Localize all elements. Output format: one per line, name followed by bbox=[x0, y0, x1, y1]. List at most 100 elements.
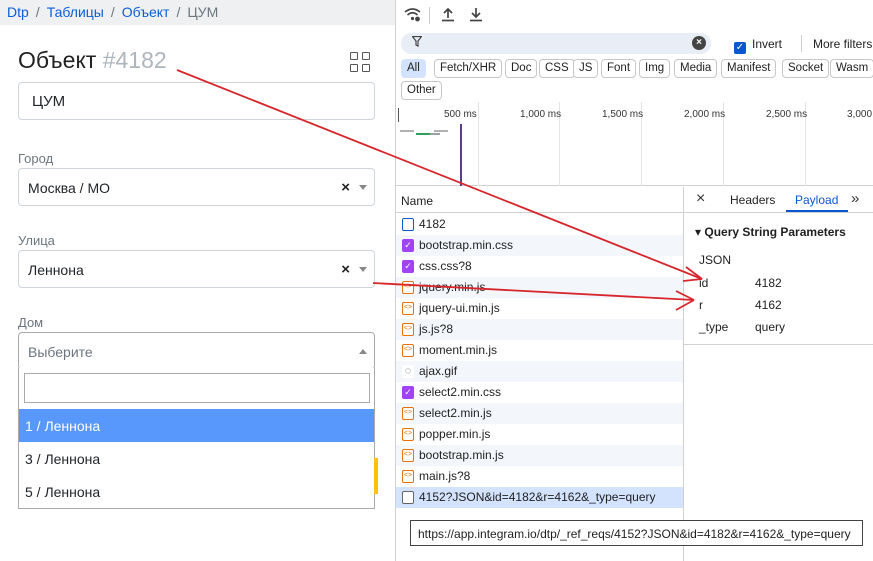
chip-img[interactable]: Img bbox=[639, 59, 671, 78]
image-icon: ◌ bbox=[402, 365, 414, 378]
chip-doc[interactable]: Doc bbox=[505, 59, 538, 78]
dropdown-search-input[interactable] bbox=[24, 373, 370, 403]
document-icon bbox=[402, 218, 414, 231]
request-name: ajax.gif bbox=[419, 364, 458, 378]
request-row[interactable]: ◌ ajax.gif bbox=[396, 361, 683, 382]
request-name: css.css?8 bbox=[419, 259, 472, 273]
script-icon: <> bbox=[402, 470, 414, 483]
request-detail-panel: × Headers Payload » ▾ Query String Param… bbox=[683, 187, 873, 561]
chip-js[interactable]: JS bbox=[573, 59, 599, 78]
city-label: Город bbox=[18, 151, 54, 166]
timeline-tick: 2,000 ms bbox=[684, 109, 726, 120]
detail-tabs: × Headers Payload » bbox=[684, 187, 873, 213]
chip-socket[interactable]: Socket bbox=[782, 59, 830, 78]
section-title: Query String Parameters bbox=[704, 225, 846, 239]
timeline-tick: 2,500 ms bbox=[766, 109, 808, 120]
request-name: js.js?8 bbox=[419, 322, 454, 336]
filter-input[interactable]: × bbox=[401, 33, 711, 54]
clear-filter-icon[interactable]: × bbox=[692, 36, 706, 50]
more-tabs-icon[interactable]: » bbox=[851, 190, 859, 207]
filter-icon bbox=[411, 35, 423, 50]
close-icon[interactable]: × bbox=[696, 190, 705, 208]
script-icon: <> bbox=[402, 428, 414, 441]
invert-checkbox[interactable]: ✓ Invert bbox=[734, 37, 782, 54]
request-row[interactable]: <> jquery-ui.min.js bbox=[396, 298, 683, 319]
timeline-bar bbox=[430, 133, 440, 135]
house-dropdown: 1 / Леннона 3 / Леннона 5 / Леннона bbox=[18, 368, 375, 509]
request-row[interactable]: ✓ bootstrap.min.css bbox=[396, 235, 683, 256]
city-select[interactable]: Москва / МО × bbox=[18, 168, 375, 206]
param-key: r bbox=[699, 298, 703, 312]
city-clear-icon[interactable]: × bbox=[341, 179, 350, 196]
tab-headers[interactable]: Headers bbox=[730, 193, 775, 207]
request-row[interactable]: <> select2.min.js bbox=[396, 403, 683, 424]
script-icon: <> bbox=[402, 323, 414, 336]
timeline-marker bbox=[460, 124, 462, 186]
breadcrumb-separator: / bbox=[35, 4, 40, 20]
request-row[interactable]: <> popper.min.js bbox=[396, 424, 683, 445]
request-name: 4152?JSON&id=4182&r=4162&_type=query bbox=[419, 490, 656, 504]
chip-fetch-xhr[interactable]: Fetch/XHR bbox=[434, 59, 503, 78]
timeline-overview[interactable]: 500 ms 1,000 ms 1,500 ms 2,000 ms 2,500 … bbox=[396, 102, 873, 186]
house-option[interactable]: 3 / Леннона bbox=[19, 442, 374, 475]
house-option[interactable]: 1 / Леннона bbox=[19, 409, 374, 442]
import-har-icon[interactable] bbox=[441, 7, 455, 25]
url-tooltip: https://app.integram.io/dtp/_ref_reqs/41… bbox=[410, 520, 863, 546]
invert-label: Invert bbox=[752, 37, 783, 51]
request-row[interactable]: 4152?JSON&id=4182&r=4162&_type=query bbox=[396, 487, 683, 508]
city-chevron-down-icon[interactable] bbox=[359, 185, 367, 190]
street-select[interactable]: Леннона × bbox=[18, 250, 375, 288]
request-row[interactable]: <> js.js?8 bbox=[396, 319, 683, 340]
more-filters-dropdown[interactable]: More filters bbox=[813, 37, 872, 51]
request-name: bootstrap.min.js bbox=[419, 448, 504, 462]
request-name: bootstrap.min.css bbox=[419, 238, 514, 252]
checkbox-checked-icon[interactable]: ✓ bbox=[734, 42, 746, 54]
stylesheet-icon: ✓ bbox=[402, 386, 414, 399]
tab-payload[interactable]: Payload bbox=[795, 193, 838, 207]
request-row[interactable]: <> main.js?8 bbox=[396, 466, 683, 487]
timeline-tick: 1,000 ms bbox=[520, 109, 562, 120]
script-icon: <> bbox=[402, 281, 414, 294]
chip-font[interactable]: Font bbox=[601, 59, 637, 78]
house-placeholder: Выберите bbox=[28, 344, 93, 360]
hidden-button-edge[interactable] bbox=[374, 458, 378, 494]
street-clear-icon[interactable]: × bbox=[341, 261, 350, 278]
house-option[interactable]: 5 / Леннона bbox=[19, 475, 374, 508]
request-row[interactable]: <> bootstrap.min.js bbox=[396, 445, 683, 466]
request-row[interactable]: <> jquery.min.js bbox=[396, 277, 683, 298]
request-row[interactable]: 4182 bbox=[396, 214, 683, 235]
breadcrumb-object[interactable]: Объект bbox=[122, 4, 170, 20]
breadcrumb-tables[interactable]: Таблицы bbox=[47, 4, 104, 20]
street-value: Леннона bbox=[28, 262, 84, 278]
house-select[interactable]: Выберите bbox=[18, 332, 375, 370]
network-conditions-icon[interactable] bbox=[404, 7, 421, 25]
breadcrumb-dtp[interactable]: Dtp bbox=[7, 4, 29, 20]
timeline-bar bbox=[434, 130, 448, 132]
request-row[interactable]: <> moment.min.js bbox=[396, 340, 683, 361]
page-title: Объект #4182 bbox=[18, 47, 167, 74]
chip-manifest[interactable]: Manifest bbox=[721, 59, 777, 78]
timeline-tick: 1,500 ms bbox=[602, 109, 644, 120]
request-list: Name 4182 ✓ bootstrap.min.css ✓ css.css?8 <> j… bbox=[396, 187, 683, 561]
chip-media[interactable]: Media bbox=[674, 59, 718, 78]
name-column-header[interactable]: Name bbox=[396, 187, 683, 213]
request-name: main.js?8 bbox=[419, 469, 471, 483]
breadcrumb-current: ЦУМ bbox=[187, 4, 219, 20]
chip-all[interactable]: All bbox=[401, 59, 426, 78]
grid-view-icon[interactable] bbox=[350, 52, 371, 73]
request-row[interactable]: ✓ css.css?8 bbox=[396, 256, 683, 277]
param-value: 4182 bbox=[755, 276, 782, 290]
query-params-section[interactable]: ▾ Query String Parameters bbox=[695, 225, 846, 239]
chip-css[interactable]: CSS bbox=[539, 59, 575, 78]
city-value: Москва / МО bbox=[28, 180, 111, 196]
timeline-tick: 3,000 bbox=[847, 109, 873, 120]
export-har-icon[interactable] bbox=[469, 7, 483, 25]
chip-other[interactable]: Other bbox=[401, 81, 442, 100]
object-name-field[interactable]: ЦУМ bbox=[18, 82, 375, 120]
request-row[interactable]: ✓ select2.min.css bbox=[396, 382, 683, 403]
street-chevron-down-icon[interactable] bbox=[359, 267, 367, 272]
chip-wasm[interactable]: Wasm bbox=[830, 59, 873, 78]
timeline-bar bbox=[416, 133, 430, 135]
house-chevron-up-icon[interactable] bbox=[359, 349, 367, 354]
param-key: id bbox=[699, 276, 709, 290]
